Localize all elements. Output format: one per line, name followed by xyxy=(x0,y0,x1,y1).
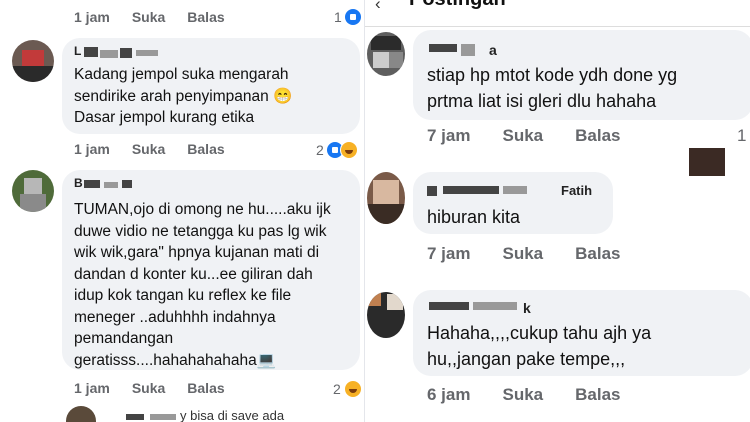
comment-text: Kadang jempol suka mengarah sendirike ar… xyxy=(74,66,293,126)
censor-block xyxy=(461,44,475,56)
like-button[interactable]: Suka xyxy=(132,380,165,396)
commenter-name[interactable]: Fatih xyxy=(561,183,592,198)
back-arrow-icon[interactable]: ‹ xyxy=(375,0,381,14)
censor-block xyxy=(503,186,527,194)
comment-text: stiap hp mtot kode ydh done yg prtma lia… xyxy=(427,65,678,111)
commenter-name[interactable]: a xyxy=(489,42,497,58)
like-reaction-icon xyxy=(344,9,361,25)
reply-button[interactable]: Balas xyxy=(575,244,620,264)
reply-button[interactable]: Balas xyxy=(187,380,224,396)
like-button[interactable]: Suka xyxy=(502,385,543,405)
haha-reaction-icon xyxy=(343,380,362,398)
reaction-count: 1 xyxy=(737,126,747,145)
reaction-summary[interactable]: 2 xyxy=(316,141,358,159)
censor-block xyxy=(126,414,144,420)
censor-block xyxy=(100,50,118,58)
avatar[interactable] xyxy=(12,40,54,82)
comment-actions: 1 jam Suka Balas xyxy=(74,380,247,396)
comment-text: hiburan kita xyxy=(427,207,521,227)
like-button[interactable]: Suka xyxy=(502,244,543,264)
censor-block xyxy=(689,148,725,176)
censor-block xyxy=(429,302,469,310)
comment-text: Hahaha,,,,cukup tahu ajh ya hu,,jangan p… xyxy=(427,323,652,369)
comment-time[interactable]: 1 jam xyxy=(74,141,110,157)
commenter-name[interactable]: B xyxy=(74,176,83,190)
censor-block xyxy=(104,182,118,188)
like-button[interactable]: Suka xyxy=(502,126,543,146)
reply-button[interactable]: Balas xyxy=(187,9,224,25)
reaction-summary[interactable]: 1 xyxy=(334,9,361,25)
reaction-count: 2 xyxy=(316,142,324,158)
comment-actions: 1 jam Suka Balas xyxy=(74,9,247,25)
avatar[interactable] xyxy=(12,170,54,212)
avatar[interactable] xyxy=(367,172,405,224)
comment-text: TUMAN,ojo di omong ne hu.....aku ijk duw… xyxy=(74,201,331,369)
haha-reaction-icon xyxy=(339,141,358,159)
comment-actions: 1 jam Suka Balas xyxy=(74,141,247,157)
reaction-count: 2 xyxy=(333,381,341,397)
left-comment-panel: 1 jam Suka Balas 1 L Kadang jempol suka … xyxy=(0,0,365,422)
comment-time[interactable]: 6 jam xyxy=(427,385,470,405)
censor-block xyxy=(120,48,132,58)
avatar[interactable] xyxy=(66,406,96,422)
censor-block xyxy=(443,186,499,194)
avatar[interactable] xyxy=(367,32,405,76)
reply-button[interactable]: Balas xyxy=(575,385,620,405)
comment-time[interactable]: 7 jam xyxy=(427,244,470,264)
comment-actions: 7 jam Suka Balas xyxy=(427,126,653,146)
avatar[interactable] xyxy=(367,292,405,338)
partial-comment-text: y bisa di save ada xyxy=(180,408,285,422)
comment-time[interactable]: 7 jam xyxy=(427,126,470,146)
reaction-summary[interactable]: 2 xyxy=(333,380,362,398)
comment-time[interactable]: 1 jam xyxy=(74,9,110,25)
reply-button[interactable]: Balas xyxy=(575,126,620,146)
right-comment-panel: ‹ Postingan a stiap hp mtot kode ydh don… xyxy=(365,0,750,422)
like-button[interactable]: Suka xyxy=(132,141,165,157)
reaction-summary[interactable]: 1 xyxy=(737,126,746,146)
censor-block xyxy=(84,47,98,57)
comment-actions: 7 jam Suka Balas xyxy=(427,244,653,264)
censor-block xyxy=(122,180,132,188)
commenter-name[interactable]: k xyxy=(523,300,531,316)
commenter-name[interactable]: L xyxy=(74,44,81,58)
censor-block xyxy=(473,302,517,310)
reply-button[interactable]: Balas xyxy=(187,141,224,157)
post-header: ‹ Postingan xyxy=(365,0,750,27)
reaction-count: 1 xyxy=(334,9,342,25)
censor-block xyxy=(84,180,100,188)
comment-actions: 6 jam Suka Balas xyxy=(427,385,653,405)
censor-block xyxy=(427,186,437,196)
censor-block xyxy=(429,44,457,52)
censor-block xyxy=(150,414,176,420)
comment-time[interactable]: 1 jam xyxy=(74,380,110,396)
like-button[interactable]: Suka xyxy=(132,9,165,25)
header-title: Postingan xyxy=(409,0,506,11)
censor-block xyxy=(136,50,158,56)
